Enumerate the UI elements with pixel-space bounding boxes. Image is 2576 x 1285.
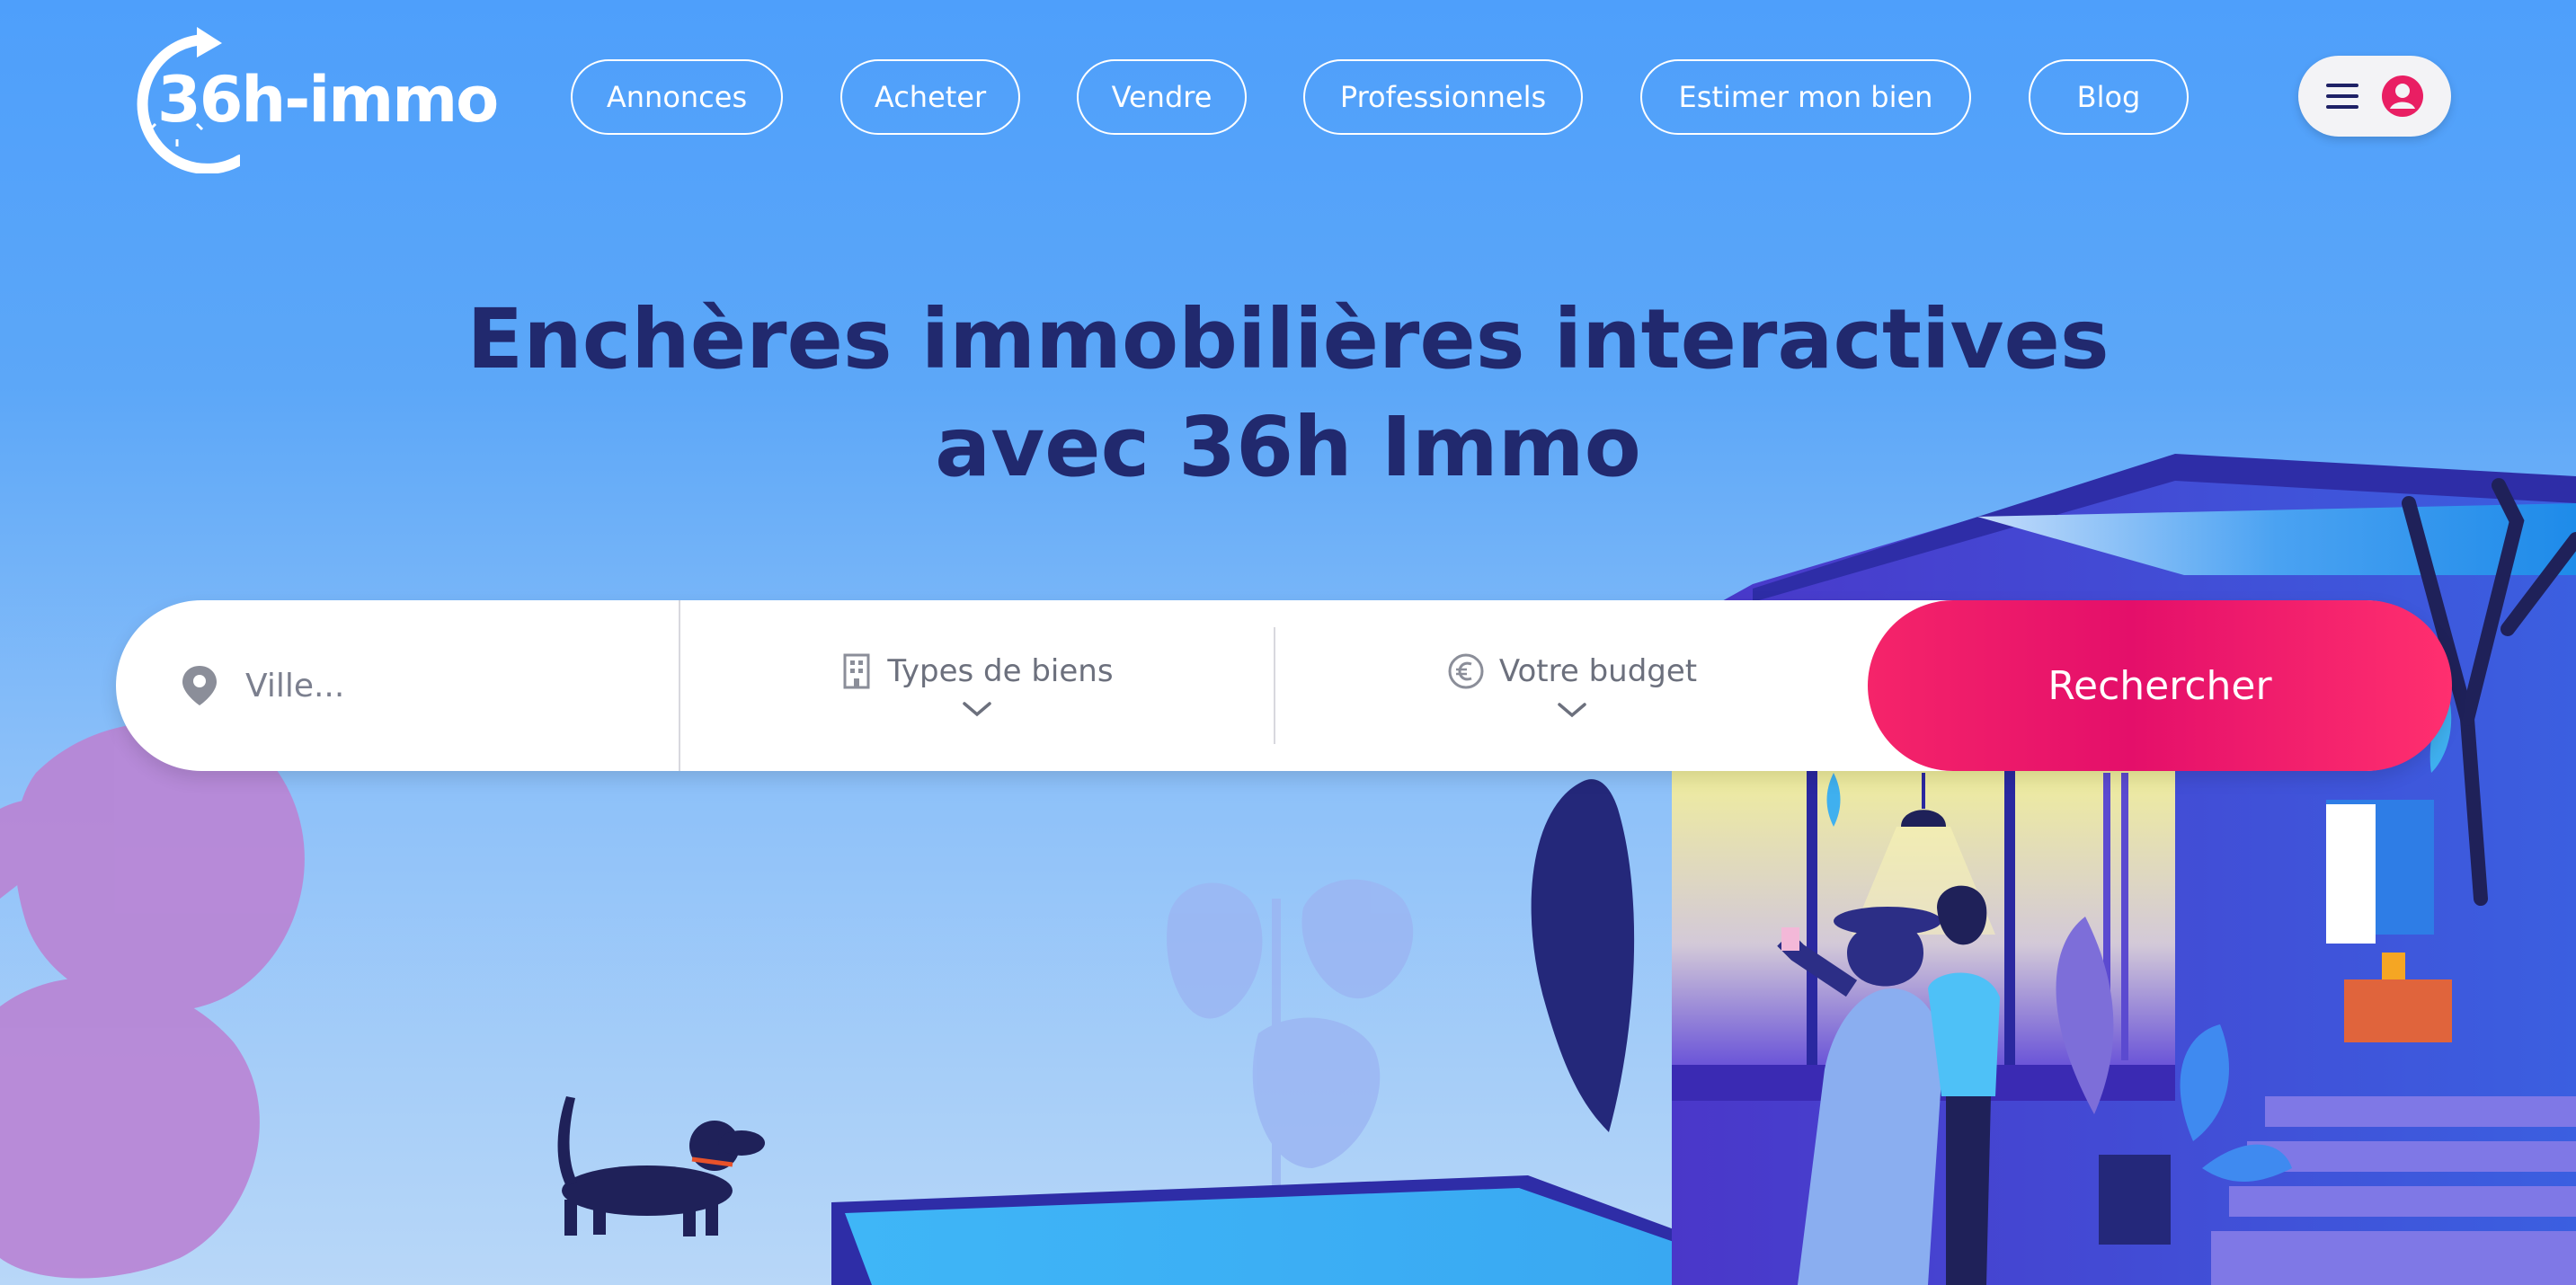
nav-vendre[interactable]: Vendre xyxy=(1077,59,1247,135)
chevron-down-icon xyxy=(963,702,991,717)
user-circle-icon[interactable] xyxy=(2381,75,2424,118)
nav-estimer-mon-bien[interactable]: Estimer mon bien xyxy=(1640,59,1971,135)
title-line-1: Enchères immobilières interactives xyxy=(466,291,2110,387)
city-placeholder: Ville... xyxy=(245,667,345,705)
map-pin-icon xyxy=(182,666,217,705)
nav-annonces[interactable]: Annonces xyxy=(571,59,783,135)
nav-professionnels[interactable]: Professionnels xyxy=(1303,59,1583,135)
search-button[interactable]: Rechercher xyxy=(1868,600,2452,771)
nav-blog[interactable]: Blog xyxy=(2029,59,2189,135)
building-icon xyxy=(843,653,870,689)
chevron-down-icon xyxy=(1558,703,1586,718)
logo-text: 36h-immo xyxy=(157,63,499,137)
hero-section: 36h-immo Annonces Acheter Vendre Profess… xyxy=(0,0,2576,1285)
euro-icon xyxy=(1448,653,1484,689)
title-line-2: avec 36h Immo xyxy=(935,399,1641,495)
property-type-dropdown[interactable]: Types de biens xyxy=(680,600,1274,771)
city-field[interactable]: Ville... xyxy=(116,600,680,771)
menu-account-button[interactable] xyxy=(2298,56,2451,137)
hamburger-icon[interactable] xyxy=(2325,84,2358,109)
page-title: Enchères immobilières interactives avec … xyxy=(270,286,2306,501)
brand-logo[interactable]: 36h-immo xyxy=(114,25,499,173)
budget-label: Votre budget xyxy=(1498,653,1698,689)
nav-acheter[interactable]: Acheter xyxy=(840,59,1020,135)
budget-dropdown[interactable]: Votre budget xyxy=(1275,600,1869,771)
property-type-label: Types de biens xyxy=(887,653,1114,689)
